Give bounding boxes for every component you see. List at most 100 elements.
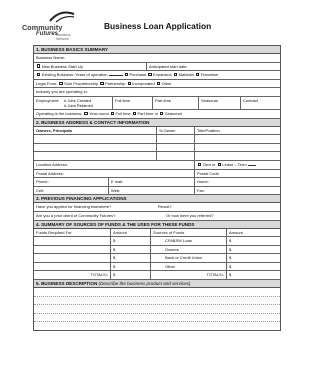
description-line[interactable]	[34, 314, 280, 323]
logo-tagline: Manitoba Network	[56, 33, 71, 41]
lease-label: Lease – Term	[222, 161, 247, 167]
contract-label: Contract	[243, 97, 259, 103]
business-name-row[interactable]: Business Name:	[34, 54, 280, 63]
dollar-sign: $	[113, 238, 116, 244]
new-business-label: New Business Start Up	[41, 63, 83, 69]
funds-row[interactable]: $ Bank or Credit Union $	[34, 254, 280, 263]
incorporated-label: Incorporated	[132, 80, 155, 86]
existing-business-label: Existing Business: Years of operation	[41, 72, 108, 78]
owner-row[interactable]	[34, 135, 280, 144]
op-full-time-label: Full time	[115, 110, 131, 116]
expansion-label: Expansion	[153, 72, 172, 78]
funds-header-row: Funds Required For Amount Sources of Fun…	[34, 228, 280, 238]
business-name-label: Business Name:	[36, 55, 66, 60]
cell-label: Cell:	[36, 187, 45, 193]
amount-label: Amount	[113, 229, 127, 235]
source-other: Other	[165, 263, 176, 269]
postal-address-row: Postal Address: Postal Code	[34, 169, 280, 179]
section-5-heading: 5. BUSINESS DESCRIPTION (Describe the bu…	[34, 280, 280, 289]
section-5-title: 5. BUSINESS DESCRIPTION	[36, 281, 98, 287]
section-4-heading: 4. SUMMARY OF SOURCES OF FUNDS & THE USE…	[34, 220, 280, 229]
industry-row[interactable]: Industry you are operating in:	[34, 88, 280, 97]
owners-header-row: Owners, Principals % Owner Title/Positio…	[34, 126, 280, 136]
op-part-time-checkbox[interactable]	[132, 111, 136, 115]
legal-form-row: Legal Form: Sole Proprietorship Partners…	[34, 80, 280, 89]
web-label: Web:	[111, 187, 121, 193]
sole-prop-checkbox[interactable]	[59, 81, 63, 85]
result-label: Result?	[158, 204, 172, 210]
totals-label: TOTALS=	[90, 272, 108, 278]
other-checkbox[interactable]	[156, 81, 161, 85]
title-position-label: Title/Position	[197, 127, 220, 133]
partnership-label: Partnership	[105, 80, 126, 86]
operating-row: Operating is the business: Year-round Fu…	[34, 110, 280, 119]
part-time-label: Part time	[155, 97, 172, 103]
maintain-checkbox[interactable]	[173, 73, 178, 77]
funds-row[interactable]: $ Owners $	[34, 245, 280, 255]
funds-row[interactable]: $ Other $	[34, 262, 280, 272]
section-3-heading: 3. PREVIOUS FINANCING APPLICATIONS	[34, 195, 280, 204]
applied-label: Have you applied for financing elsewhere…	[36, 204, 112, 210]
op-part-time-label: Part time	[137, 110, 154, 116]
new-business-checkbox[interactable]	[37, 64, 41, 68]
phone-row: Phone: E mail: Home:	[34, 178, 280, 187]
year-round-label: Year-round	[89, 110, 109, 116]
year-round-checkbox[interactable]	[84, 111, 88, 115]
logo-swoosh-icon	[49, 11, 75, 23]
expansion-checkbox[interactable]	[148, 73, 152, 77]
prior-client-row[interactable]: Are you a prior client of Community Futu…	[34, 212, 280, 221]
phone-label: Phone:	[36, 179, 49, 185]
email-label: E mail:	[111, 179, 124, 185]
description-line[interactable]	[34, 288, 280, 297]
postal-code-label: Postal Code	[197, 170, 219, 176]
partnership-checkbox[interactable]	[100, 81, 104, 85]
anticipated-start-label: Anticipated start date	[149, 63, 187, 69]
page: Community Futures Manitoba Network Busin…	[0, 0, 298, 386]
incorporated-checkbox[interactable]	[127, 81, 131, 85]
lease-checkbox[interactable]	[217, 162, 221, 166]
dollar-sign: $	[229, 272, 232, 278]
dollar-sign: $	[113, 272, 116, 278]
totals-row: TOTALS= $ TOTALS= $	[34, 271, 280, 281]
legal-form-label: Legal Form:	[36, 80, 58, 86]
dollar-sign: $	[229, 255, 232, 261]
community-futures-logo: Community Futures Manitoba Network	[22, 11, 84, 41]
pct-owner-label: % Owner	[159, 127, 176, 133]
applied-row[interactable]: Have you applied for financing elsewhere…	[34, 203, 280, 212]
full-time-label: Full time	[115, 97, 131, 103]
industry-label: Industry you are operating in:	[36, 89, 88, 95]
years-field[interactable]	[108, 71, 123, 77]
home-label: Home:	[197, 179, 209, 185]
op-seasonal-checkbox[interactable]	[160, 111, 164, 115]
own-checkbox[interactable]	[198, 162, 202, 166]
other-label: Other	[161, 80, 172, 86]
funds-row[interactable]: $ CFABSW Loan $	[34, 237, 280, 246]
purchase-checkbox[interactable]	[124, 73, 128, 77]
lease-term-field[interactable]	[247, 161, 256, 166]
description-line[interactable]	[34, 322, 280, 330]
postal-address-label: Postal Address:	[36, 170, 64, 176]
owners-label: Owners, Principals	[36, 127, 73, 133]
sources-label: Sources of Funds	[153, 229, 185, 235]
owner-row[interactable]	[34, 143, 280, 153]
owner-row[interactable]	[34, 152, 280, 161]
existing-business-checkbox[interactable]	[37, 73, 41, 77]
new-business-row: New Business Start Up Anticipated start …	[34, 62, 280, 72]
operating-label: Operating is the business:	[36, 110, 83, 116]
cell-row: Cell: Web: Fax:	[34, 186, 280, 196]
referred-label: Or how were you referred?	[166, 212, 214, 218]
op-seasonal-label: Seasonal	[164, 110, 182, 116]
description-line[interactable]	[34, 305, 280, 314]
or-label: or	[154, 110, 159, 116]
source-bank: Bank or Credit Union	[165, 255, 203, 261]
existing-business-row: Existing Business: Years of operation Pu…	[34, 71, 280, 80]
jobs-retained-label: # Jobs Retained	[64, 102, 93, 108]
page-title: Business Loan Application	[104, 21, 212, 31]
dollar-sign: $	[229, 246, 232, 252]
description-line[interactable]	[34, 297, 280, 306]
sole-prop-label: Sole Proprietorship	[64, 80, 99, 86]
franchise-label: Franchise	[200, 72, 219, 78]
franchise-checkbox[interactable]	[195, 73, 200, 77]
dollar-sign: $	[113, 255, 116, 261]
op-full-time-checkbox[interactable]	[110, 111, 115, 115]
